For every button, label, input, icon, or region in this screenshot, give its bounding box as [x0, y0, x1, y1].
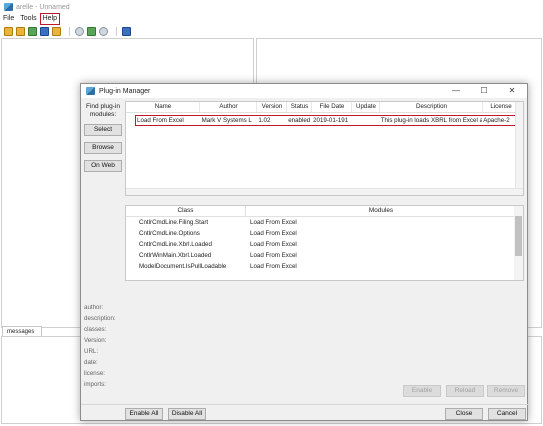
dialog-footer: Enable All Disable All Close Cancel: [81, 404, 529, 421]
class-name: ModelDocument.IsPullLoadable: [139, 263, 227, 270]
detail-imports-label: imports:: [84, 381, 107, 388]
find-modules-panel: Find plug-in modules: Select Browse On W…: [84, 103, 122, 178]
menu-help[interactable]: Help: [39, 12, 61, 25]
class-name: CntlrWinMain.Xbrl.Loaded: [139, 252, 212, 259]
plugin-manager-dialog: Plug-in Manager — ☐ ✕ Find plug-in modul…: [80, 83, 529, 421]
search-icon[interactable]: [75, 26, 84, 36]
remove-button[interactable]: Remove: [487, 385, 525, 397]
detail-classes-label: classes:: [84, 326, 107, 333]
menu-file[interactable]: File: [3, 14, 14, 24]
open-web-icon[interactable]: [16, 26, 25, 36]
column-header-license[interactable]: License: [483, 102, 519, 112]
close-file-icon[interactable]: [52, 26, 61, 36]
table-row[interactable]: CntlrCmdLine.Options Load From Excel: [126, 228, 523, 239]
module-status: enabled: [288, 117, 311, 124]
maximize-button[interactable]: ☐: [473, 86, 495, 95]
classes-vertical-scrollbar[interactable]: [514, 206, 523, 280]
column-header-update[interactable]: Update: [352, 102, 380, 112]
class-module: Load From Excel: [250, 252, 297, 259]
arelle-logo-icon: [86, 87, 95, 95]
modules-vertical-scrollbar[interactable]: [515, 102, 523, 195]
detail-author-label: author:: [84, 304, 104, 311]
on-web-button[interactable]: On Web: [84, 160, 122, 172]
table-row[interactable]: ModelDocument.IsPullLoadable Load From E…: [126, 261, 523, 272]
detail-date-label: date:: [84, 359, 98, 366]
module-version: 1.02: [258, 117, 271, 124]
detail-description-label: description:: [84, 315, 116, 322]
view-icon[interactable]: [122, 26, 131, 36]
classes-table-header: Class Modules: [126, 206, 523, 217]
enable-all-button[interactable]: Enable All: [125, 408, 163, 420]
modules-table-header: Name Author Version Status File Date Upd…: [126, 102, 523, 113]
column-header-modules[interactable]: Modules: [246, 206, 516, 216]
module-license: Apache-2: [483, 117, 510, 124]
detail-version-label: Version:: [84, 337, 107, 344]
class-module: Load From Excel: [250, 241, 297, 248]
class-name: CntlrCmdLine.Options: [139, 230, 200, 237]
cancel-button[interactable]: Cancel: [488, 408, 526, 420]
class-module: Load From Excel: [250, 263, 297, 270]
find-modules-label: Find plug-in modules:: [86, 103, 120, 118]
column-header-status[interactable]: Status: [287, 102, 312, 112]
detail-url-label: URL:: [84, 348, 99, 355]
class-name: CntlrCmdLine.Xbrl.Loaded: [139, 241, 212, 248]
toolbar-separator: [116, 26, 117, 36]
arelle-logo-icon: [4, 3, 13, 11]
reload-icon[interactable]: [28, 26, 37, 36]
close-window-button[interactable]: ✕: [501, 86, 523, 95]
table-row[interactable]: CntlrCmdLine.Filing.Start Load From Exce…: [126, 217, 523, 228]
reload-button[interactable]: Reload: [446, 385, 484, 397]
module-update: [352, 116, 380, 125]
module-description: This plug-in loads XBRL from Excel a: [380, 117, 483, 124]
toolbar: [4, 25, 134, 37]
modules-horizontal-scrollbar[interactable]: [126, 188, 523, 195]
module-file-date: 2019-01-191: [313, 117, 349, 124]
save-icon[interactable]: [40, 26, 49, 36]
disable-all-button[interactable]: Disable All: [168, 408, 206, 420]
module-name: Load From Excel: [137, 117, 184, 124]
enable-button[interactable]: Enable: [403, 385, 441, 397]
detail-license-label: license:: [84, 370, 105, 377]
column-header-class[interactable]: Class: [126, 206, 246, 216]
column-header-description[interactable]: Description: [380, 102, 483, 112]
minimize-button[interactable]: —: [445, 86, 467, 95]
table-row[interactable]: CntlrWinMain.Xbrl.Loaded Load From Excel: [126, 250, 523, 261]
column-header-version[interactable]: Version: [257, 102, 287, 112]
toolbar-separator: [69, 26, 70, 36]
column-header-file-date[interactable]: File Date: [312, 102, 352, 112]
open-file-icon[interactable]: [4, 26, 13, 36]
module-details: author: description: classes: Version: U…: [84, 302, 116, 390]
class-module: Load From Excel: [250, 230, 297, 237]
column-header-name[interactable]: Name: [126, 102, 200, 112]
menu-tools[interactable]: Tools: [20, 14, 36, 24]
browse-button[interactable]: Browse: [84, 142, 122, 154]
compare-icon[interactable]: [99, 26, 108, 36]
dialog-title: Plug-in Manager: [99, 87, 151, 95]
classes-table: Class Modules CntlrCmdLine.Filing.Start …: [125, 205, 524, 281]
modules-table: Name Author Version Status File Date Upd…: [125, 101, 524, 196]
validate-icon[interactable]: [87, 26, 96, 36]
table-row[interactable]: Load From Excel Mark V Systems L 1.02 en…: [135, 115, 519, 126]
column-header-author[interactable]: Author: [200, 102, 257, 112]
scrollbar-thumb[interactable]: [515, 216, 522, 256]
module-author: Mark V Systems L: [201, 117, 252, 124]
close-button[interactable]: Close: [445, 408, 483, 420]
select-button[interactable]: Select: [84, 124, 122, 136]
table-row[interactable]: CntlrCmdLine.Xbrl.Loaded Load From Excel: [126, 239, 523, 250]
app-title-bar: arelle - Unnamed: [0, 0, 543, 14]
menu-bar: File Tools Help: [0, 12, 66, 25]
app-title: arelle - Unnamed: [16, 3, 70, 11]
class-module: Load From Excel: [250, 219, 297, 226]
class-name: CntlrCmdLine.Filing.Start: [139, 219, 209, 226]
